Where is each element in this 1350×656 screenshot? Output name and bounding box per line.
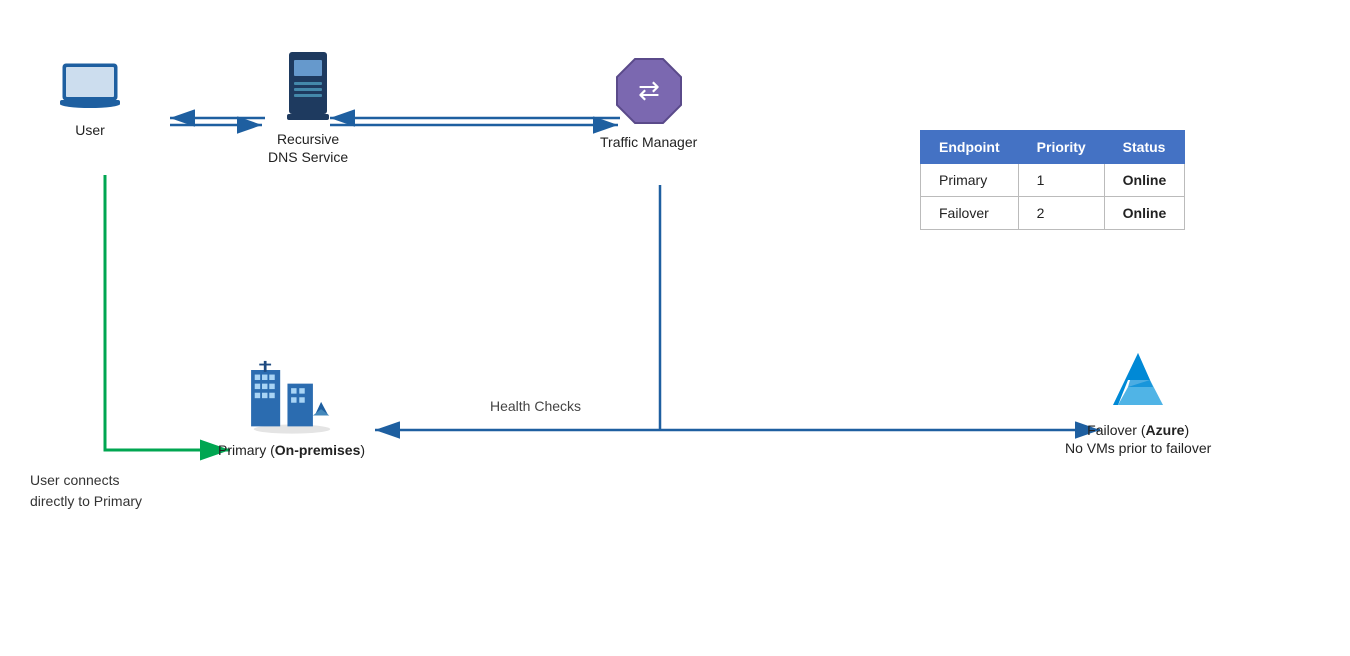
tm-label: Traffic Manager: [600, 133, 697, 151]
col-priority: Priority: [1018, 131, 1104, 164]
dns-item: RecursiveDNS Service: [268, 52, 348, 166]
health-checks-label: Health Checks: [490, 398, 581, 414]
row1-status: Online: [1104, 164, 1185, 197]
user-item: User: [55, 60, 125, 139]
laptop-icon: [55, 60, 125, 115]
user-connects-label: User connectsdirectly to Primary: [30, 470, 142, 512]
primary-label: Primary (On-premises): [218, 441, 365, 459]
tm-item: ⇄ Traffic Manager: [600, 55, 697, 151]
row2-priority: 2: [1018, 197, 1104, 230]
traffic-manager-icon: ⇄: [613, 55, 685, 127]
row1-priority: 1: [1018, 164, 1104, 197]
table-row: Primary 1 Online: [921, 164, 1185, 197]
diagram: (line going right, arrowhead at right en…: [0, 0, 1350, 656]
azure-icon: [1098, 345, 1178, 415]
row2-endpoint: Failover: [921, 197, 1019, 230]
col-endpoint: Endpoint: [921, 131, 1019, 164]
dns-server-icon: [281, 52, 335, 124]
row2-status: Online: [1104, 197, 1185, 230]
primary-item: Primary (On-premises): [218, 355, 365, 459]
buildings-icon: [242, 355, 342, 435]
endpoint-table: Endpoint Priority Status Primary 1 Onlin…: [920, 130, 1185, 230]
table-row: Failover 2 Online: [921, 197, 1185, 230]
user-label: User: [75, 121, 105, 139]
failover-item: Failover (Azure) No VMs prior to failove…: [1065, 345, 1211, 457]
row1-endpoint: Primary: [921, 164, 1019, 197]
svg-text:⇄: ⇄: [638, 75, 660, 105]
col-status: Status: [1104, 131, 1185, 164]
dns-label: RecursiveDNS Service: [268, 130, 348, 166]
arrow-user-to-primary: [105, 175, 230, 450]
failover-sub-label: No VMs prior to failover: [1065, 440, 1211, 456]
failover-label: Failover (Azure) No VMs prior to failove…: [1065, 421, 1211, 457]
